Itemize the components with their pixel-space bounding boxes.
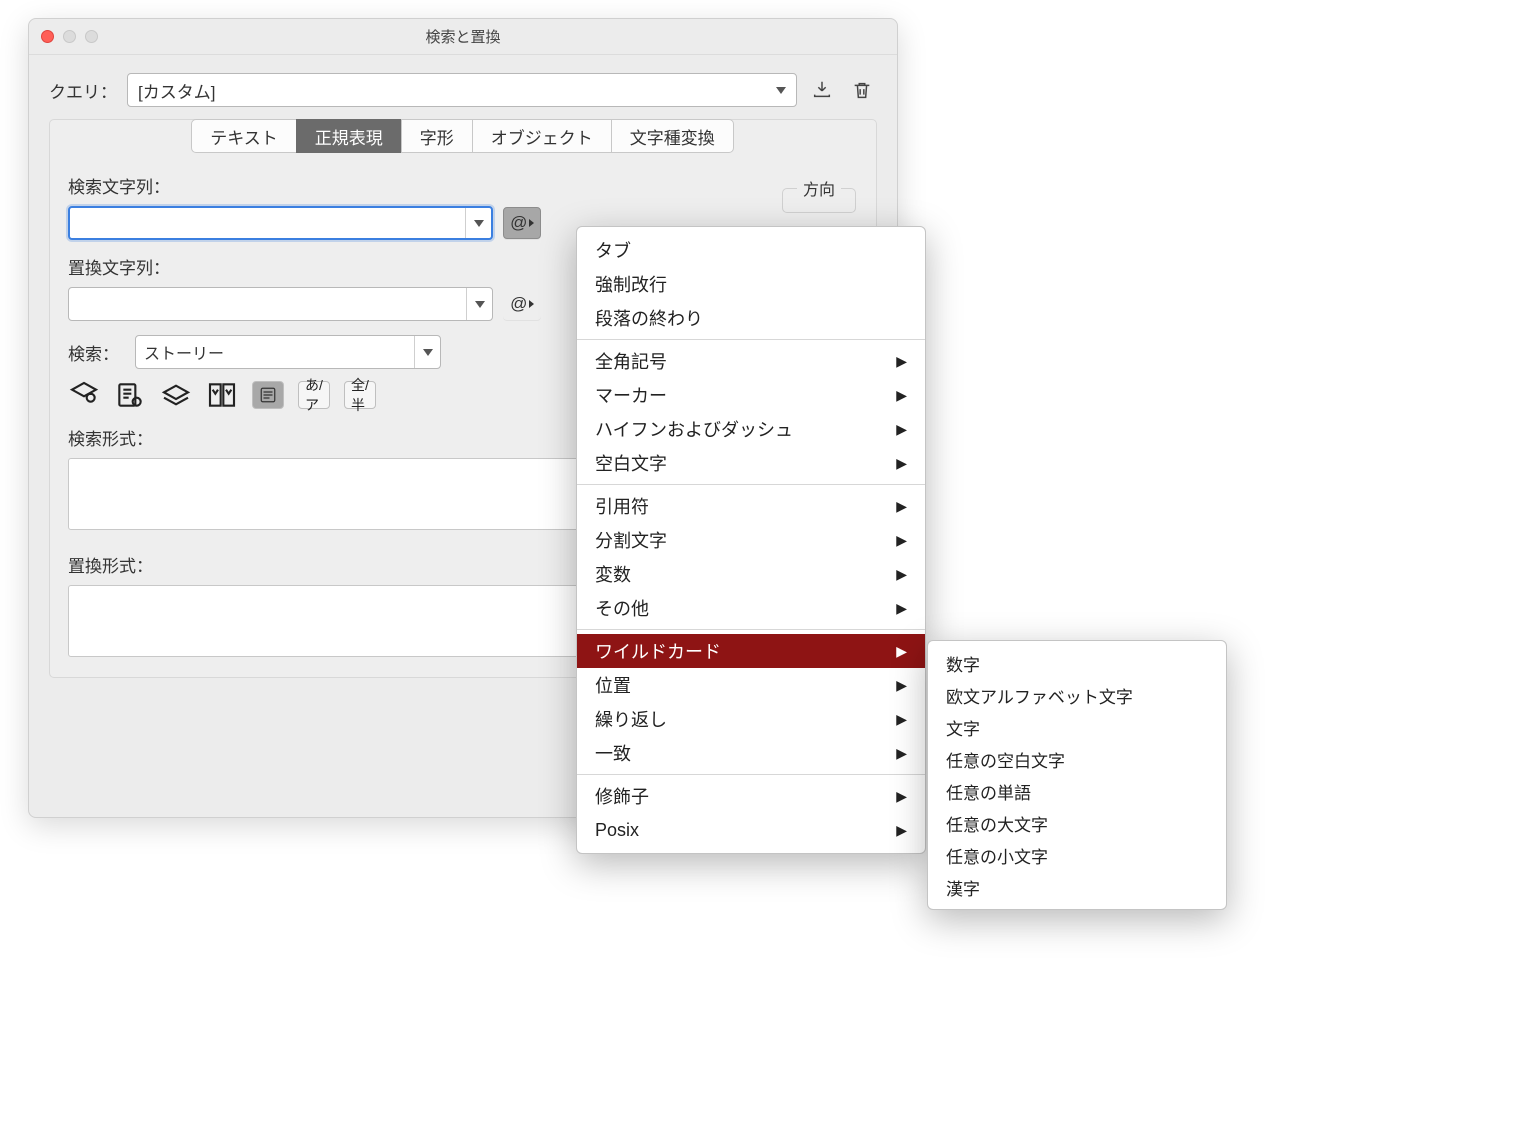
chevron-down-icon	[423, 349, 433, 356]
search-scope-label: 検索：	[68, 340, 119, 365]
menu-wildcard[interactable]: ワイルドカード▶	[577, 634, 925, 668]
menu-separator	[577, 629, 925, 630]
find-history-dropdown[interactable]	[465, 208, 491, 238]
search-scope-value	[136, 336, 414, 368]
save-query-button[interactable]	[807, 75, 837, 105]
menu-forced-break[interactable]: 強制改行	[577, 267, 925, 301]
submenu-arrow-icon: ▶	[896, 532, 907, 549]
titlebar: 検索と置換	[29, 19, 897, 55]
menu-separator	[577, 774, 925, 775]
locked-layers-icon[interactable]	[68, 381, 100, 409]
submenu-any-upper[interactable]: 任意の大文字	[928, 807, 1226, 839]
menu-end-paragraph[interactable]: 段落の終わり	[577, 301, 925, 335]
submenu-latin[interactable]: 欧文アルファベット文字	[928, 679, 1226, 711]
menu-position[interactable]: 位置▶	[577, 668, 925, 702]
submenu-arrow-icon: ▶	[896, 353, 907, 370]
tab-regex[interactable]: 正規表現	[296, 119, 402, 153]
replace-special-button[interactable]: @	[503, 288, 541, 320]
menu-match[interactable]: 一致▶	[577, 736, 925, 770]
submenu-digit[interactable]: 数字	[928, 647, 1226, 679]
tab-object[interactable]: オブジェクト	[472, 119, 612, 153]
submenu-arrow-icon: ▶	[896, 387, 907, 404]
kana-option[interactable]: あ/ア	[298, 381, 330, 409]
submenu-arrow-icon: ▶	[896, 677, 907, 694]
find-label: 検索文字列：	[68, 173, 858, 198]
query-select[interactable]: [カスタム]	[127, 73, 797, 107]
menu-posix[interactable]: Posix▶	[577, 813, 925, 847]
menu-quotes[interactable]: 引用符▶	[577, 489, 925, 523]
chevron-down-icon	[776, 87, 786, 94]
arrow-right-icon	[529, 219, 534, 227]
menu-modifiers[interactable]: 修飾子▶	[577, 779, 925, 813]
search-scope-dropdown[interactable]	[414, 336, 440, 368]
replace-input-combo[interactable]	[68, 287, 493, 321]
submenu-arrow-icon: ▶	[896, 498, 907, 515]
menu-hyphens-dashes[interactable]: ハイフンおよびダッシュ▶	[577, 412, 925, 446]
menu-whitespace[interactable]: 空白文字▶	[577, 446, 925, 480]
menu-fullwidth-symbols[interactable]: 全角記号▶	[577, 344, 925, 378]
submenu-arrow-icon: ▶	[896, 822, 907, 839]
direction-legend: 方向	[797, 176, 841, 200]
submenu-any-word[interactable]: 任意の単語	[928, 775, 1226, 807]
width-option[interactable]: 全/半	[344, 381, 376, 409]
direction-fieldset: 方向	[782, 176, 856, 213]
wildcard-submenu: 数字 欧文アルファベット文字 文字 任意の空白文字 任意の単語 任意の大文字 任…	[927, 640, 1227, 910]
menu-separator	[577, 339, 925, 340]
menu-separator	[577, 484, 925, 485]
submenu-arrow-icon: ▶	[896, 421, 907, 438]
menu-repeat[interactable]: 繰り返し▶	[577, 702, 925, 736]
master-pages-icon[interactable]	[206, 381, 238, 409]
arrow-right-icon	[529, 300, 534, 308]
tab-bar: テキスト 正規表現 字形 オブジェクト 文字種変換	[50, 119, 876, 153]
locked-stories-icon[interactable]	[114, 381, 146, 409]
hidden-layers-icon[interactable]	[160, 381, 192, 409]
chevron-down-icon	[474, 220, 484, 227]
submenu-arrow-icon: ▶	[896, 788, 907, 805]
search-scope-select[interactable]	[135, 335, 441, 369]
submenu-any-lower[interactable]: 任意の小文字	[928, 839, 1226, 871]
delete-query-button[interactable]	[847, 75, 877, 105]
tab-glyph[interactable]: 字形	[401, 119, 473, 153]
query-value: [カスタム]	[138, 78, 215, 103]
special-chars-menu: タブ 強制改行 段落の終わり 全角記号▶ マーカー▶ ハイフンおよびダッシュ▶ …	[576, 226, 926, 854]
chevron-down-icon	[475, 301, 485, 308]
tab-transliterate[interactable]: 文字種変換	[611, 119, 734, 153]
footnotes-icon[interactable]	[252, 381, 284, 409]
submenu-any-space[interactable]: 任意の空白文字	[928, 743, 1226, 775]
replace-input[interactable]	[69, 288, 466, 320]
query-label: クエリ：	[49, 78, 117, 103]
find-special-button[interactable]: @	[503, 207, 541, 239]
menu-variables[interactable]: 変数▶	[577, 557, 925, 591]
submenu-arrow-icon: ▶	[896, 600, 907, 617]
menu-tab[interactable]: タブ	[577, 233, 925, 267]
find-input[interactable]	[70, 208, 465, 238]
submenu-char[interactable]: 文字	[928, 711, 1226, 743]
submenu-arrow-icon: ▶	[896, 745, 907, 762]
window-title: 検索と置換	[29, 26, 897, 47]
submenu-kanji[interactable]: 漢字	[928, 871, 1226, 903]
submenu-arrow-icon: ▶	[896, 455, 907, 472]
menu-break-chars[interactable]: 分割文字▶	[577, 523, 925, 557]
menu-other[interactable]: その他▶	[577, 591, 925, 625]
submenu-arrow-icon: ▶	[896, 711, 907, 728]
submenu-arrow-icon: ▶	[896, 643, 907, 660]
find-input-combo[interactable]	[68, 206, 493, 240]
menu-markers[interactable]: マーカー▶	[577, 378, 925, 412]
replace-history-dropdown[interactable]	[466, 288, 492, 320]
submenu-arrow-icon: ▶	[896, 566, 907, 583]
tab-text[interactable]: テキスト	[191, 119, 297, 153]
